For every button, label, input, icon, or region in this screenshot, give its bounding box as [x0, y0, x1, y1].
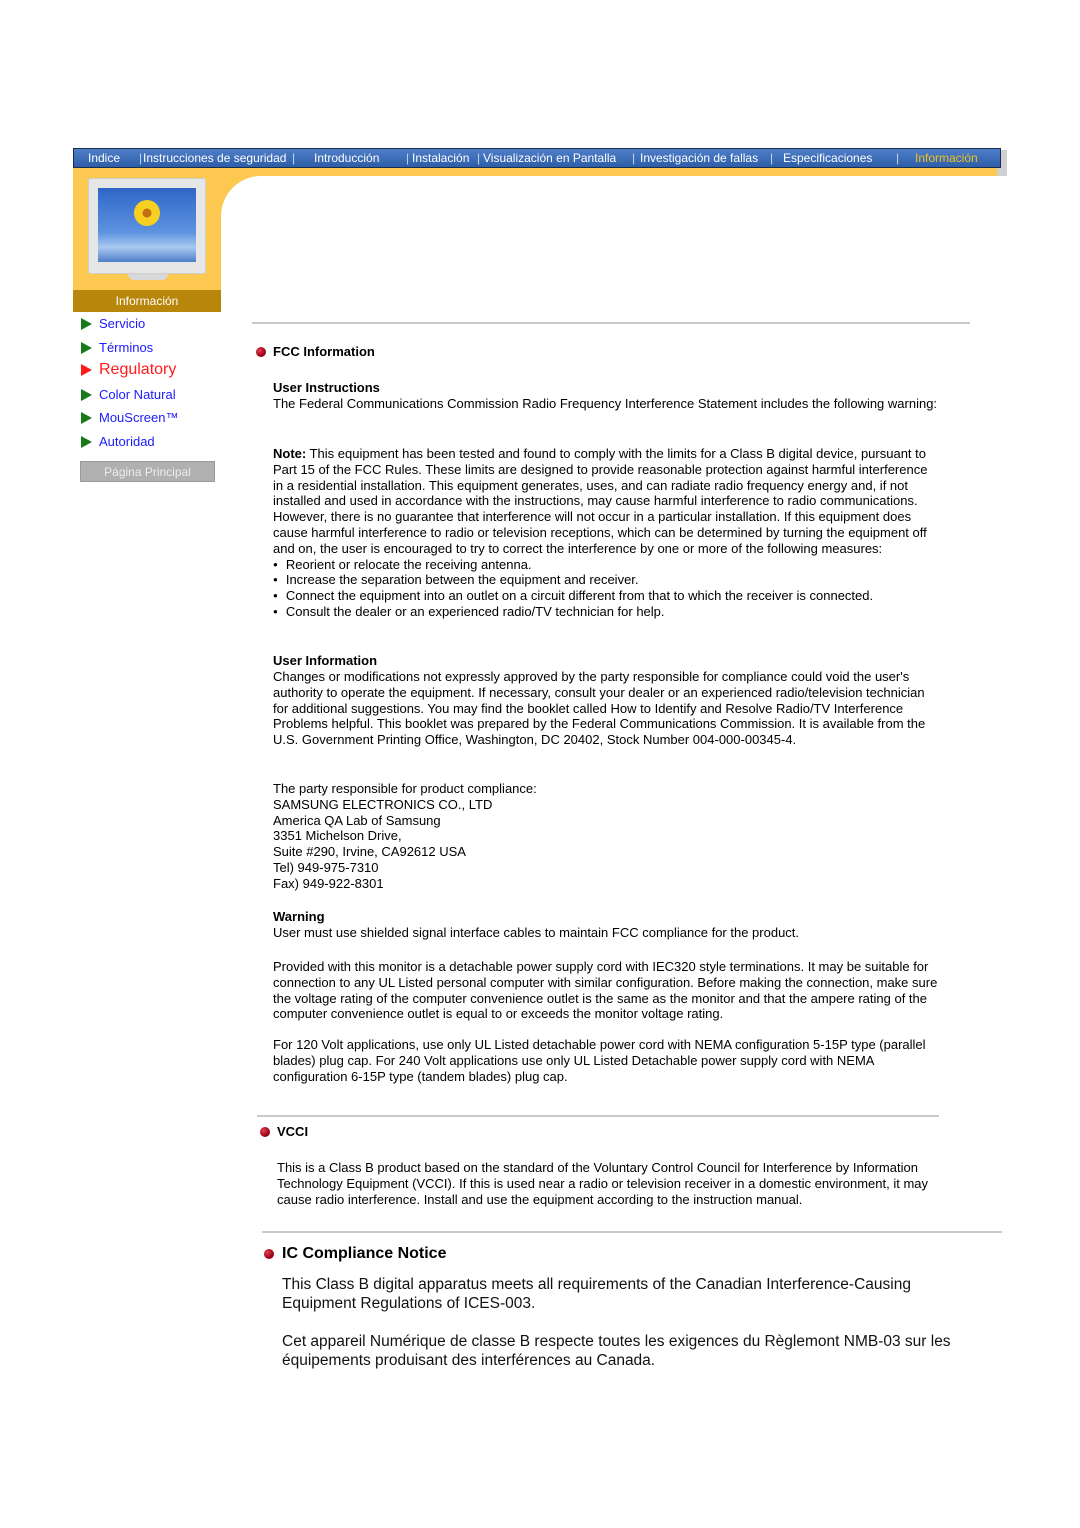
- monitor-screen: [98, 188, 196, 262]
- nav-item-investigacion[interactable]: Investigación de fallas: [640, 151, 758, 165]
- sidebar-section-label: Información: [73, 290, 221, 312]
- phone-line: Tel) 949-975-7310: [273, 859, 379, 875]
- ic-section-title: IC Compliance Notice: [282, 1245, 447, 1262]
- ic-text-fr: Cet appareil Numérique de classe B respe…: [282, 1333, 951, 1369]
- top-navigation: Indice | Instrucciones de seguridad | In…: [73, 148, 1001, 168]
- sidebar-item-servicio[interactable]: Servicio: [81, 316, 145, 331]
- nav-separator: |: [477, 151, 481, 165]
- triangle-right-icon: [81, 435, 92, 448]
- nav-item-instrucciones[interactable]: Instrucciones de seguridad: [143, 151, 286, 165]
- note-label: Note:: [273, 446, 307, 461]
- address-line: Suite #290, Irvine, CA92612 USA: [273, 844, 466, 860]
- nav-separator: |: [632, 151, 636, 165]
- nav-item-informacion[interactable]: Información: [915, 151, 978, 165]
- sidebar-item-label: Términos: [99, 340, 154, 355]
- warning-heading: Warning: [273, 909, 325, 924]
- sidebar-item-label: Servicio: [99, 316, 146, 331]
- responsible-party: The party responsible for product compli…: [273, 781, 773, 892]
- triangle-right-icon: [81, 388, 92, 401]
- user-information-text: Changes or modifications not expressly a…: [273, 669, 926, 748]
- note-text: This equipment has been tested and found…: [273, 446, 928, 556]
- bullet-icon: [264, 1249, 274, 1259]
- sidebar-item-regulatory[interactable]: Regulatory: [81, 361, 176, 379]
- nav-separator: |: [292, 151, 296, 165]
- user-information-heading: User Information: [273, 653, 378, 668]
- nav-item-especificaciones[interactable]: Especificaciones: [783, 151, 872, 165]
- user-instructions-heading: User Instructions: [273, 380, 380, 395]
- nav-item-indice[interactable]: Indice: [88, 151, 120, 165]
- power-cord-text: Provided with this monitor is a detachab…: [273, 959, 938, 1022]
- monitor-frame: [88, 178, 206, 274]
- vcci-section-title: VCCI: [277, 1124, 309, 1139]
- sidebar-item-label: MouScreen™: [99, 410, 179, 425]
- user-instructions-text: The Federal Communications Commission Ra…: [273, 396, 938, 411]
- nav-item-instalacion[interactable]: Instalación: [412, 151, 469, 165]
- triangle-right-icon: [81, 411, 92, 424]
- warning-text: User must use shielded signal interface …: [273, 925, 800, 940]
- list-item: Increase the separation between the equi…: [273, 572, 938, 588]
- monitor-stand: [128, 274, 168, 280]
- nav-separator: |: [896, 151, 900, 165]
- address-line: 3351 Michelson Drive,: [273, 828, 402, 844]
- divider: [252, 322, 970, 324]
- fcc-section-title: FCC Information: [273, 344, 375, 359]
- nav-separator: |: [406, 151, 410, 165]
- address-line: SAMSUNG ELECTRONICS CO., LTD: [273, 796, 493, 812]
- list-item: Consult the dealer or an experienced rad…: [273, 604, 938, 620]
- sidebar-item-mouscreen[interactable]: MouScreen™: [81, 410, 178, 425]
- nav-item-visualizacion[interactable]: Visualización en Pantalla: [483, 151, 616, 165]
- sunflower-icon: [132, 198, 162, 228]
- monitor-image: [88, 178, 206, 280]
- nav-separator: |: [770, 151, 774, 165]
- nav-separator: |: [139, 151, 143, 165]
- sidebar-item-label: Autoridad: [99, 434, 155, 449]
- fcc-note: Note: This equipment has been tested and…: [273, 446, 938, 620]
- address-line: America QA Lab of Samsung: [273, 812, 441, 828]
- home-page-button[interactable]: Página Principal: [80, 461, 215, 482]
- list-item: Reorient or relocate the receiving anten…: [273, 557, 938, 573]
- ic-text-en: This Class B digital apparatus meets all…: [282, 1276, 911, 1312]
- triangle-right-icon: [81, 341, 92, 354]
- triangle-right-icon: [81, 317, 92, 330]
- triangle-right-icon: [81, 364, 92, 376]
- sidebar-item-label: Regulatory: [99, 361, 177, 378]
- divider: [257, 1115, 939, 1117]
- sidebar-item-color-natural[interactable]: Color Natural: [81, 387, 176, 402]
- sidebar-item-terminos[interactable]: Términos: [81, 340, 153, 355]
- nav-item-introduccion[interactable]: Introducción: [314, 151, 379, 165]
- divider: [262, 1231, 1002, 1233]
- sidebar-item-label: Color Natural: [99, 387, 176, 402]
- responsible-party-intro: The party responsible for product compli…: [273, 781, 537, 796]
- sidebar-item-autoridad[interactable]: Autoridad: [81, 434, 155, 449]
- bullet-icon: [256, 347, 266, 357]
- list-item: Connect the equipment into an outlet on …: [273, 588, 938, 604]
- fax-line: Fax) 949-922-8301: [273, 875, 384, 891]
- measures-list: Reorient or relocate the receiving anten…: [273, 557, 938, 620]
- bullet-icon: [260, 1127, 270, 1137]
- power-cord-text-2: For 120 Volt applications, use only UL L…: [273, 1037, 926, 1084]
- vcci-text: This is a Class B product based on the s…: [277, 1160, 929, 1207]
